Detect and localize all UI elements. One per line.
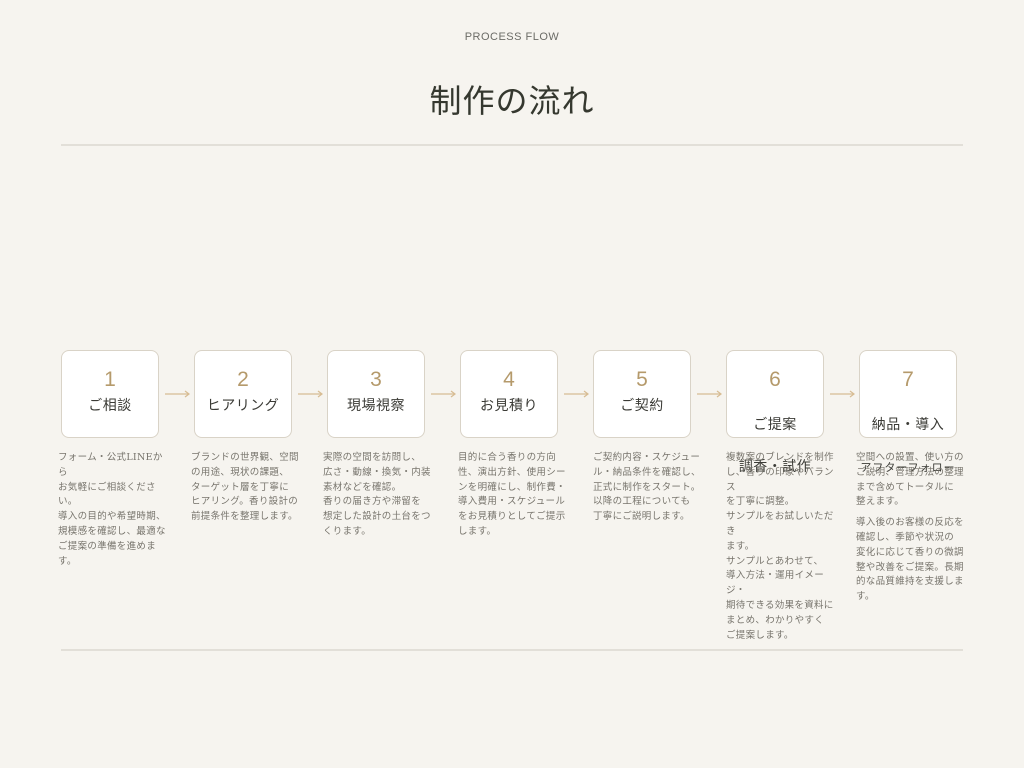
step-label-line1: 納品・導入 xyxy=(871,417,945,433)
description-text: ブランドの世界観、空間 の用途、現状の課題、 ターゲット層を丁寧に ヒアリング。… xyxy=(191,452,299,523)
step-number: 3 xyxy=(370,368,382,391)
step-number: 2 xyxy=(237,368,249,391)
arrow-right-icon xyxy=(431,390,456,398)
page-title: 制作の流れ xyxy=(429,82,595,120)
section-eyebrow: PROCESS FLOW xyxy=(464,31,560,43)
description-text: ご契約内容・スケジュー ル・納品条件を確認し、 正式に制作をスタート。 以降の工… xyxy=(593,452,701,523)
step-label-line1: ご提案 xyxy=(753,417,797,433)
step-description-6: 複数案のブレンドを制作 し、香りの印象やバランス を丁寧に調整。 サンプルをお試… xyxy=(726,451,838,643)
description-text: 空間への設置、使い方の ご説明、管理方法の整理 まで含めてトータルに 整えます。 xyxy=(856,452,964,508)
step-card-2: 2 ヒアリング xyxy=(194,350,292,438)
arrow-right-icon xyxy=(298,390,323,398)
step-description-5: ご契約内容・スケジュー ル・納品条件を確認し、 正式に制作をスタート。 以降の工… xyxy=(593,451,705,525)
step-label: ヒアリング xyxy=(206,398,280,414)
description-text: 目的に合う香りの方向 性、演出方針、使用シー ンを明確にし、制作費・ 導入費用・… xyxy=(458,452,566,537)
step-label: 現場視察 xyxy=(347,398,405,414)
description-text: 複数案のブレンドを制作 し、香りの印象やバランス を丁寧に調整。 サンプルをお試… xyxy=(726,452,834,641)
step-description-1: フォーム・公式LINEから お気軽にご相談ください。 導入の目的や希望時期、 規… xyxy=(58,451,170,569)
step-label: ご契約 xyxy=(620,398,664,414)
step-number: 4 xyxy=(503,368,515,391)
step-label: お見積り xyxy=(480,398,538,414)
step-card-1: 1 ご相談 xyxy=(61,350,159,438)
step-number: 7 xyxy=(902,368,914,391)
step-label: ご相談 xyxy=(88,398,132,414)
step-card-5: 5 ご契約 xyxy=(593,350,691,438)
step-description-2: ブランドの世界観、空間 の用途、現状の課題、 ターゲット層を丁寧に ヒアリング。… xyxy=(191,451,303,525)
top-divider xyxy=(61,144,963,146)
step-card-3: 3 現場視察 xyxy=(327,350,425,438)
step-number: 6 xyxy=(769,368,781,391)
arrow-right-icon xyxy=(830,390,855,398)
description-text: 導入後のお客様の反応を 確認し、季節や状況の 変化に応じて香りの微調 整や改善を… xyxy=(856,517,964,603)
step-card-4: 4 お見積り xyxy=(460,350,558,438)
step-description-4: 目的に合う香りの方向 性、演出方針、使用シー ンを明確にし、制作費・ 導入費用・… xyxy=(458,451,570,540)
step-card-6: 6 ご提案 調香・試作 xyxy=(726,350,824,475)
step-card-7: 7 納品・導入 アフターフォロー xyxy=(859,350,957,474)
bottom-divider xyxy=(61,649,963,651)
arrow-right-icon xyxy=(564,390,589,398)
step-description-3: 実際の空間を訪問し、 広さ・動線・換気・内装 素材などを確認。 香りの届き方や滞… xyxy=(323,451,435,540)
step-number: 5 xyxy=(636,368,648,391)
step-description-7: 空間への設置、使い方の ご説明、管理方法の整理 まで含めてトータルに 整えます。… xyxy=(856,451,966,605)
arrow-right-icon xyxy=(697,390,722,398)
description-text: 実際の空間を訪問し、 広さ・動線・換気・内装 素材などを確認。 香りの届き方や滞… xyxy=(323,452,431,537)
step-number: 1 xyxy=(104,368,116,391)
arrow-right-icon xyxy=(165,390,190,398)
description-text: フォーム・公式LINEから お気軽にご相談ください。 導入の目的や希望時期、 規… xyxy=(58,452,166,567)
